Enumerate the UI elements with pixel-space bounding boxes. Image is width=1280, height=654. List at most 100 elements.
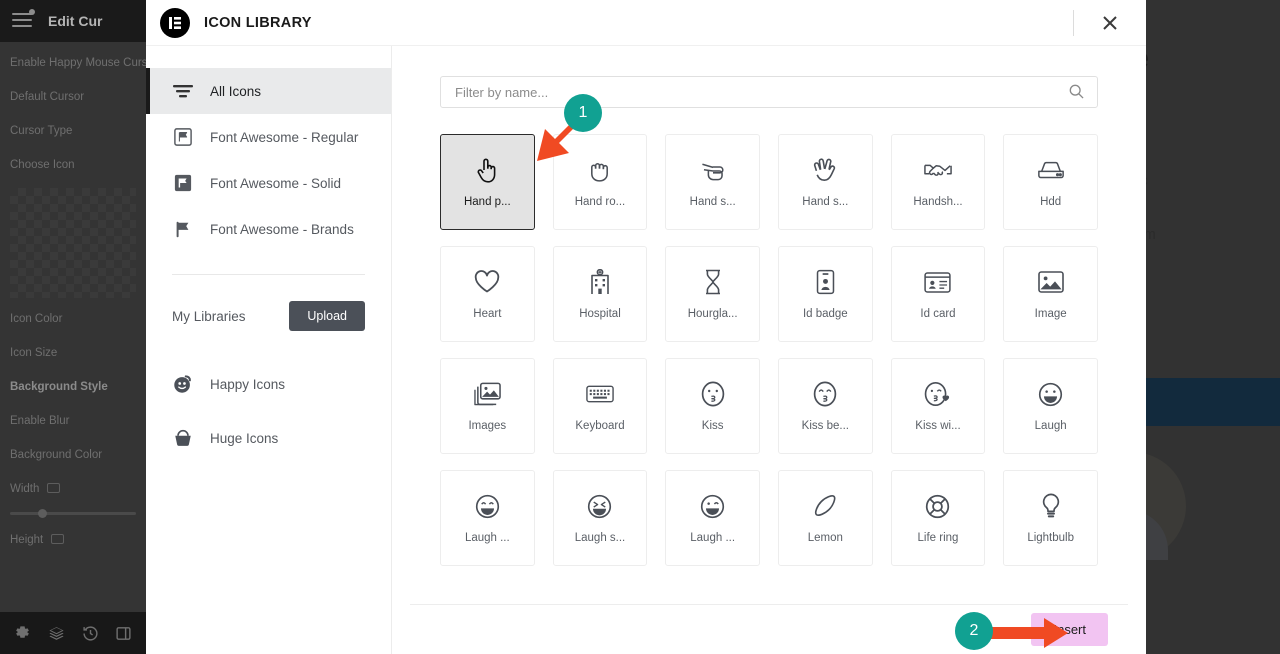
image-icon <box>1038 268 1064 296</box>
library-sidebar: All Icons Font Awesome - Regular <box>146 46 392 654</box>
hospital-icon-cell[interactable]: Hospital <box>553 246 648 342</box>
happy-face-icon <box>172 374 194 394</box>
close-icon[interactable] <box>1096 9 1124 37</box>
kiss-icon-cell[interactable]: Kiss <box>665 358 760 454</box>
id-card-icon <box>924 268 951 296</box>
lemon-icon <box>813 492 837 520</box>
setting-background-color[interactable]: Background Color <box>10 448 136 462</box>
setting-width[interactable]: Width <box>10 482 136 496</box>
desktop-icon <box>51 534 64 544</box>
icon-label: Kiss <box>702 420 724 432</box>
modal-header: ICON LIBRARY <box>146 0 1146 46</box>
lightbulb-icon-cell[interactable]: Lightbulb <box>1003 470 1098 566</box>
setting-default-cursor[interactable]: Default Cursor <box>10 90 136 104</box>
icon-label: Lightbulb <box>1027 532 1074 544</box>
id-badge-icon <box>816 268 835 296</box>
flag-filled-square <box>174 174 192 192</box>
magnifier <box>1069 84 1084 99</box>
sidebar-item-font-awesome-solid[interactable]: Font Awesome - Solid <box>146 160 391 206</box>
modal-header-right <box>1073 0 1146 46</box>
menu-icon[interactable] <box>12 13 34 29</box>
hdd-icon-cell[interactable]: Hdd <box>1003 134 1098 230</box>
kiss-beam-icon-cell[interactable]: Kiss be... <box>778 358 873 454</box>
flag-brands-icon <box>172 220 194 238</box>
images-icon-cell[interactable]: Images <box>440 358 535 454</box>
hand-spock-icon-cell[interactable]: Hand s... <box>778 134 873 230</box>
hourglass-icon-cell[interactable]: Hourgla... <box>665 246 760 342</box>
handshake-icon-cell[interactable]: Handsh... <box>891 134 986 230</box>
panel-topbar: Edit Cur <box>0 0 146 42</box>
flag-outline <box>174 128 192 146</box>
setting-height[interactable]: Height <box>10 533 136 547</box>
modal-title: ICON LIBRARY <box>204 15 312 31</box>
annotation-badge-1: 1 <box>564 94 602 132</box>
sidebar-item-font-awesome-regular[interactable]: Font Awesome - Regular <box>146 114 391 160</box>
gear-icon[interactable] <box>14 625 31 642</box>
avatar <box>1146 452 1186 560</box>
icon-label: Hand ro... <box>575 196 626 208</box>
page-heading: molestie <box>1146 40 1149 76</box>
icon-label: Hand s... <box>802 196 848 208</box>
width-slider[interactable] <box>10 512 136 515</box>
laugh-icon-cell[interactable]: Laugh <box>1003 358 1098 454</box>
hdd-icon <box>1037 156 1065 184</box>
history-icon[interactable] <box>82 625 99 642</box>
icon-label: Hourgla... <box>688 308 738 320</box>
sidebar-item-label: Happy Icons <box>210 377 285 392</box>
page-paragraph: lit tellus, luctus neclit. Morbi lectusi… <box>1146 168 1280 249</box>
upload-button[interactable]: Upload <box>289 301 365 331</box>
navigator-icon[interactable] <box>115 625 132 642</box>
icon-label: Lemon <box>808 532 843 544</box>
lightbulb-icon <box>1041 492 1061 520</box>
setting-enable-blur[interactable]: Enable Blur <box>10 414 136 428</box>
laugh-wink-icon-cell[interactable]: Laugh ... <box>665 470 760 566</box>
panel-settings-list: Enable Happy Mouse Cursor Default Cursor… <box>0 42 146 547</box>
page-preview-content: molestie lit tellus, luctus neclit. Morb… <box>1146 0 1280 654</box>
sidebar-item-font-awesome-brands[interactable]: Font Awesome - Brands <box>146 206 391 252</box>
laugh-squint-icon-cell[interactable]: Laugh s... <box>553 470 648 566</box>
panel-footer <box>0 612 146 654</box>
icon-label: Hand s... <box>690 196 736 208</box>
header-divider <box>1073 10 1074 36</box>
setting-enable-happy-mouse-cursor[interactable]: Enable Happy Mouse Cursor <box>10 56 136 70</box>
kiss-wink-heart-icon-cell[interactable]: Kiss wi... <box>891 358 986 454</box>
sidebar-item-label: All Icons <box>210 84 261 99</box>
setting-icon-color[interactable]: Icon Color <box>10 312 136 326</box>
panel-title: Edit Cur <box>48 13 102 29</box>
elementor-logo-icon <box>160 8 190 38</box>
id-card-icon-cell[interactable]: Id card <box>891 246 986 342</box>
hand-scissors-icon-cell[interactable]: Hand s... <box>665 134 760 230</box>
lemon-icon-cell[interactable]: Lemon <box>778 470 873 566</box>
search-area <box>410 46 1128 108</box>
icon-label: Id card <box>920 308 955 320</box>
kiss-icon <box>701 380 725 408</box>
sidebar-item-huge-icons[interactable]: Huge Icons <box>146 411 391 465</box>
flag-plain <box>174 220 192 238</box>
kiss-wink-heart-icon <box>924 380 951 408</box>
setting-background-style: Background Style <box>10 380 136 394</box>
icon-label: Handsh... <box>913 196 962 208</box>
layers-icon[interactable] <box>47 625 66 642</box>
laugh-beam-icon-cell[interactable]: Laugh ... <box>440 470 535 566</box>
happy-face <box>173 374 193 394</box>
sidebar-item-happy-icons[interactable]: Happy Icons <box>146 357 391 411</box>
icon-label: Id badge <box>803 308 848 320</box>
elementor-settings-panel: Edit Cur Enable Happy Mouse Cursor Defau… <box>0 0 146 654</box>
icon-label: Laugh s... <box>575 532 626 544</box>
search-icon[interactable] <box>1069 84 1084 104</box>
elementor-mark <box>168 16 182 30</box>
heart-icon-cell[interactable]: Heart <box>440 246 535 342</box>
setting-cursor-type[interactable]: Cursor Type <box>10 124 136 138</box>
sidebar-item-label: Font Awesome - Brands <box>210 222 354 237</box>
sidebar-item-all-icons[interactable]: All Icons <box>146 68 391 114</box>
setting-choose-icon[interactable]: Choose Icon <box>10 158 136 172</box>
setting-icon-size[interactable]: Icon Size <box>10 346 136 360</box>
flag-solid-icon <box>172 174 194 192</box>
close-x-mark <box>1102 15 1118 31</box>
life-ring-icon-cell[interactable]: Life ring <box>891 470 986 566</box>
id-badge-icon-cell[interactable]: Id badge <box>778 246 873 342</box>
keyboard-icon-cell[interactable]: Keyboard <box>553 358 648 454</box>
sidebar-item-label: Huge Icons <box>210 431 278 446</box>
image-icon-cell[interactable]: Image <box>1003 246 1098 342</box>
heart-icon <box>474 268 500 296</box>
